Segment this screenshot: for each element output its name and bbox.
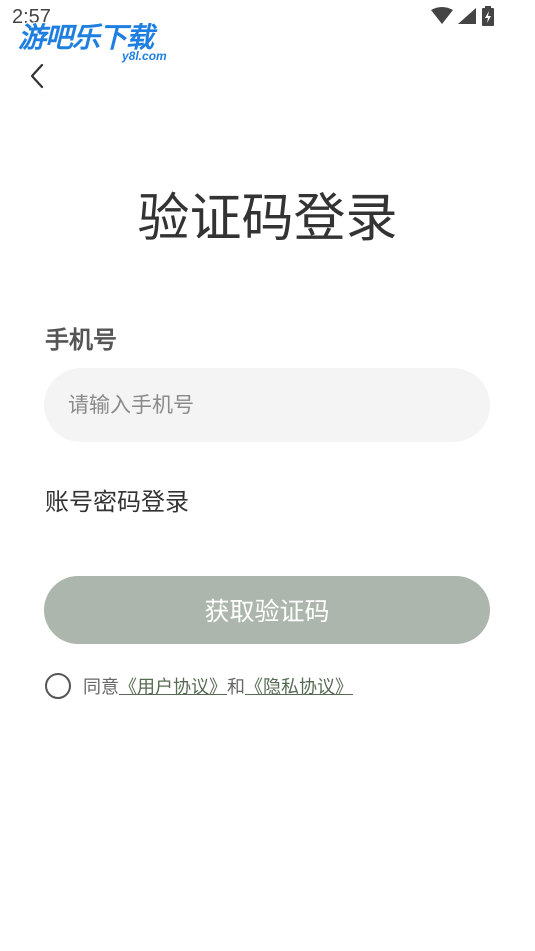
page-title: 验证码登录 xyxy=(137,189,398,249)
watermark-sub: y8l.com xyxy=(122,49,167,63)
phone-label: 手机号 xyxy=(45,326,117,354)
password-login-link[interactable]: 账号密码登录 xyxy=(45,482,189,517)
agreement-prefix: 同意 xyxy=(83,677,119,698)
agreement-checkbox[interactable] xyxy=(45,673,71,699)
get-code-button[interactable]: 获取验证码 xyxy=(44,576,490,644)
signal-icon xyxy=(458,8,476,24)
user-agreement-link[interactable]: 《用户协议》 xyxy=(119,673,227,699)
back-button[interactable] xyxy=(22,58,52,94)
agreement-row: 同意 《用户协议》 和 《隐私协议》 xyxy=(45,673,353,699)
privacy-policy-link[interactable]: 《隐私协议》 xyxy=(245,673,353,699)
phone-input[interactable] xyxy=(44,368,490,442)
wifi-icon xyxy=(431,7,453,24)
chevron-left-icon xyxy=(30,63,44,89)
status-icons xyxy=(431,6,495,26)
battery-charging-icon xyxy=(482,6,494,26)
agreement-connector: 和 xyxy=(227,677,245,698)
